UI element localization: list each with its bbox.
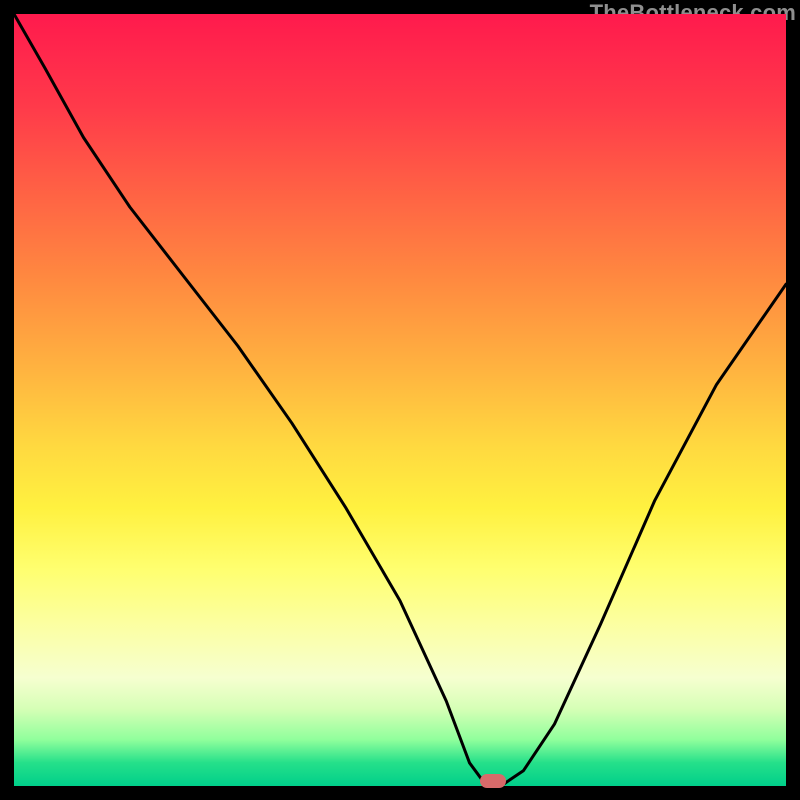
plot-area [14,14,786,786]
optimal-marker [480,774,506,788]
chart-container: TheBottleneck.com [0,0,800,800]
bottleneck-curve [14,14,786,786]
